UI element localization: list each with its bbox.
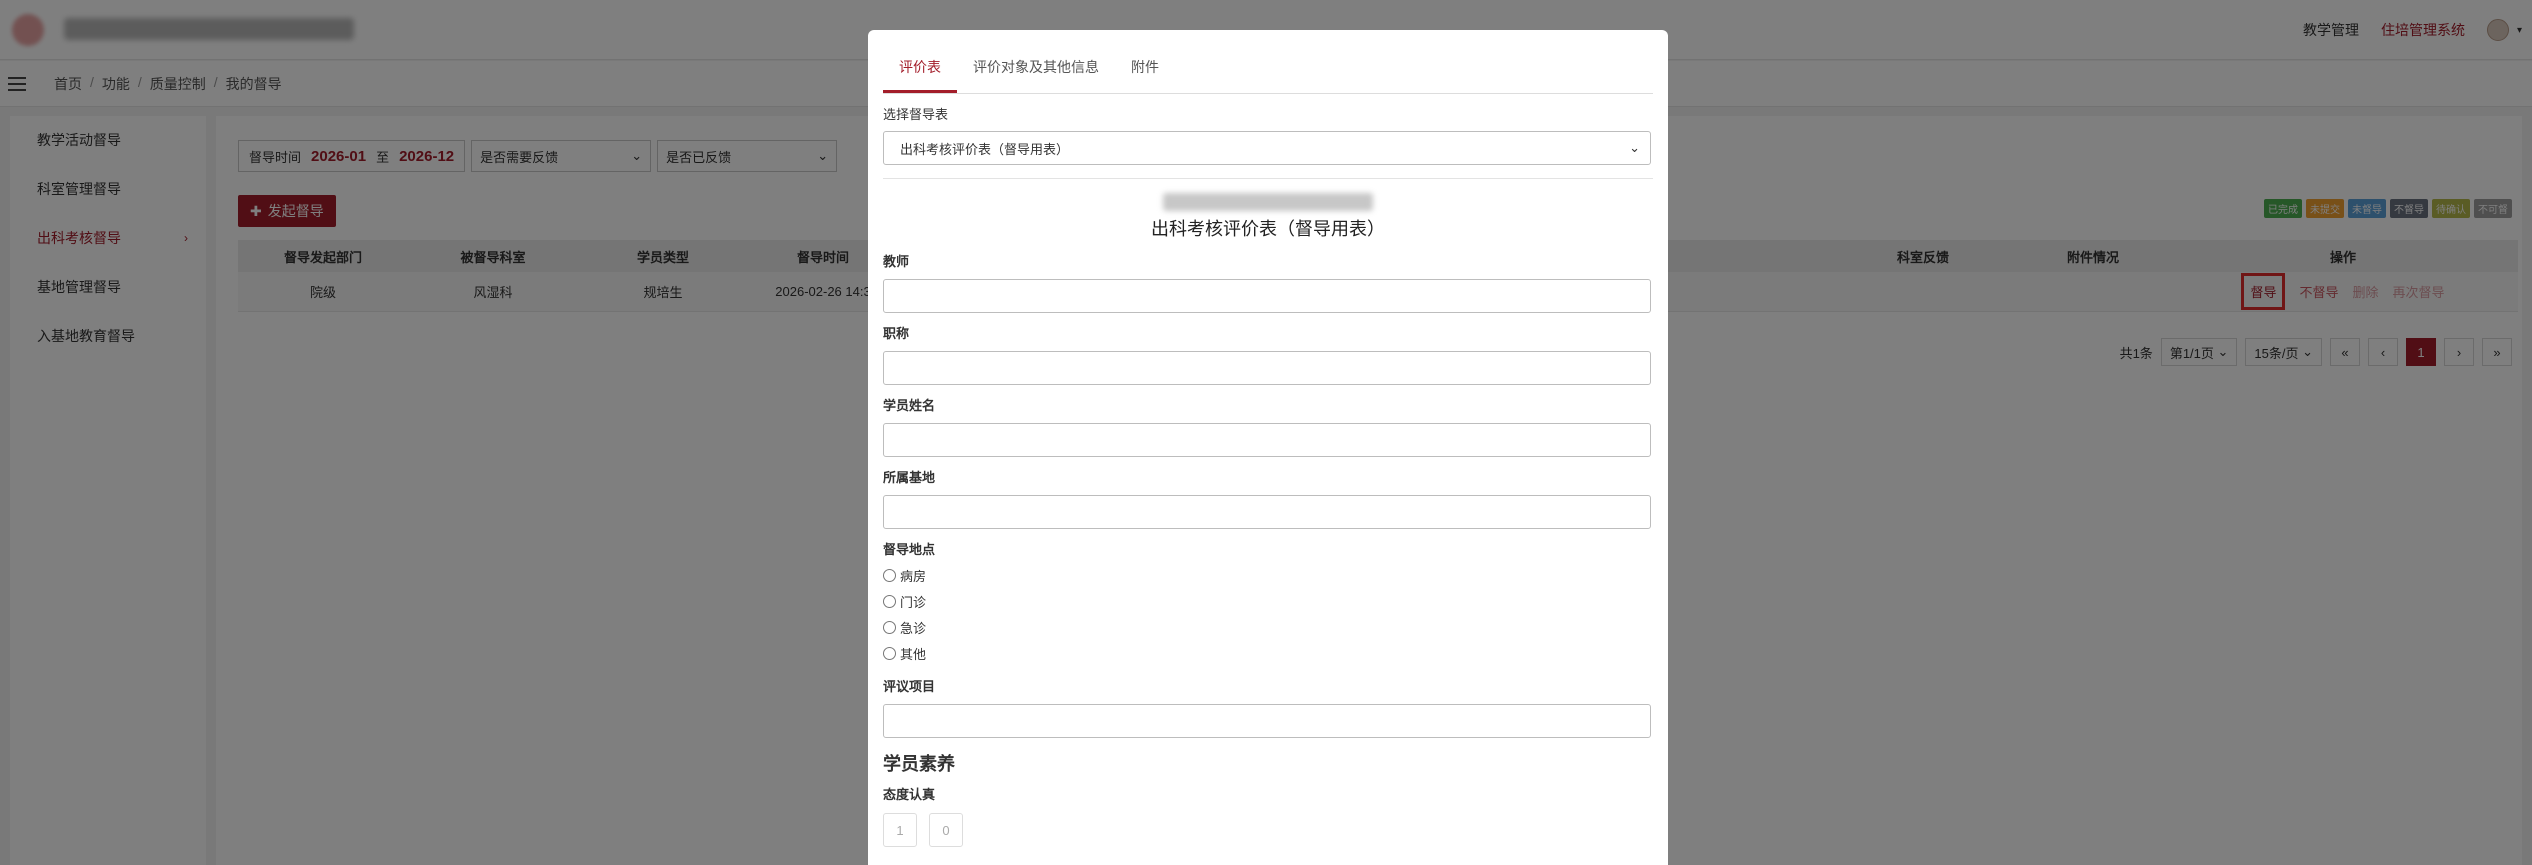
form-subtitle-redacted [1163, 193, 1373, 211]
score-option-1[interactable]: 1 [883, 813, 917, 847]
review-item-group: 评议项目 [883, 676, 1653, 738]
radio-clinic[interactable]: 门诊 [883, 588, 1653, 614]
modal-body: 选择督导表 出科考核评价表（督导用表） ⌄ 出科考核评价表（督导用表） 教师 职… [883, 104, 1653, 847]
radio-circle[interactable] [883, 594, 896, 608]
title-field-group: 职称 [883, 323, 1653, 385]
radio-other[interactable]: 其他 [883, 640, 1653, 666]
title-label: 职称 [883, 326, 910, 341]
evaluation-modal: 评价表 评价对象及其他信息 附件 选择督导表 出科考核评价表（督导用表） ⌄ 出… [868, 30, 1668, 865]
teacher-input[interactable] [883, 279, 1651, 313]
student-name-input[interactable] [883, 423, 1651, 457]
radio-emergency[interactable]: 急诊 [883, 614, 1653, 640]
score-options: 1 0 [883, 813, 1653, 847]
radio-ward[interactable]: 病房 [883, 562, 1653, 588]
radio-circle[interactable] [883, 568, 896, 582]
radio-circle[interactable] [883, 620, 896, 634]
score-option-0[interactable]: 0 [929, 813, 963, 847]
base-label: 所属基地 [883, 470, 936, 485]
base-field-group: 所属基地 [883, 467, 1653, 529]
title-input[interactable] [883, 351, 1651, 385]
section-heading: 学员素养 [883, 754, 955, 774]
attitude-label: 态度认真 [883, 787, 936, 802]
form-template-select[interactable]: 出科考核评价表（督导用表） ⌄ [883, 131, 1651, 165]
student-field-group: 学员姓名 [883, 395, 1653, 457]
review-item-input[interactable] [883, 704, 1651, 738]
review-item-label: 评议项目 [883, 679, 936, 694]
tab-evaluation-target[interactable]: 评价对象及其他信息 [957, 51, 1115, 93]
location-group: 督导地点 病房 门诊 急诊 其他 [883, 539, 1653, 666]
base-input[interactable] [883, 495, 1651, 529]
teacher-field-group: 教师 [883, 251, 1653, 313]
student-name-label: 学员姓名 [883, 398, 936, 413]
modal-tabs: 评价表 评价对象及其他信息 附件 [883, 30, 1653, 94]
tab-evaluation-form[interactable]: 评价表 [883, 51, 957, 93]
select-form-label: 选择督导表 [883, 107, 949, 122]
form-title: 出科考核评价表（督导用表） [1151, 219, 1385, 239]
location-label: 督导地点 [883, 542, 936, 557]
divider [883, 178, 1653, 179]
radio-circle[interactable] [883, 646, 896, 660]
teacher-label: 教师 [883, 254, 910, 269]
chevron-down-icon: ⌄ [1629, 140, 1640, 155]
tab-attachments[interactable]: 附件 [1115, 51, 1175, 93]
